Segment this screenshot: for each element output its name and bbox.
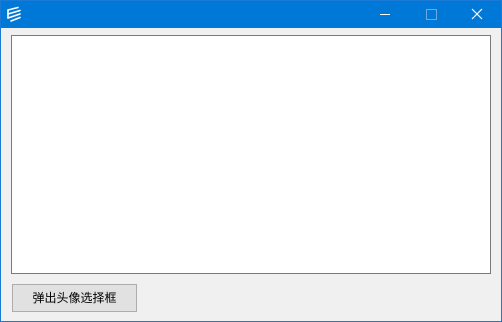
close-button[interactable] bbox=[454, 1, 500, 28]
minimize-icon bbox=[380, 14, 390, 15]
maximize-icon bbox=[426, 9, 437, 20]
app-window: 弹出头像选择框 bbox=[0, 0, 502, 322]
title-bar[interactable] bbox=[1, 1, 501, 28]
app-logo-icon bbox=[6, 6, 22, 22]
minimize-button[interactable] bbox=[362, 1, 408, 28]
maximize-button[interactable] bbox=[408, 1, 454, 28]
close-icon bbox=[471, 8, 483, 20]
content-panel[interactable] bbox=[11, 35, 491, 274]
popup-avatar-selector-button[interactable]: 弹出头像选择框 bbox=[12, 284, 137, 312]
